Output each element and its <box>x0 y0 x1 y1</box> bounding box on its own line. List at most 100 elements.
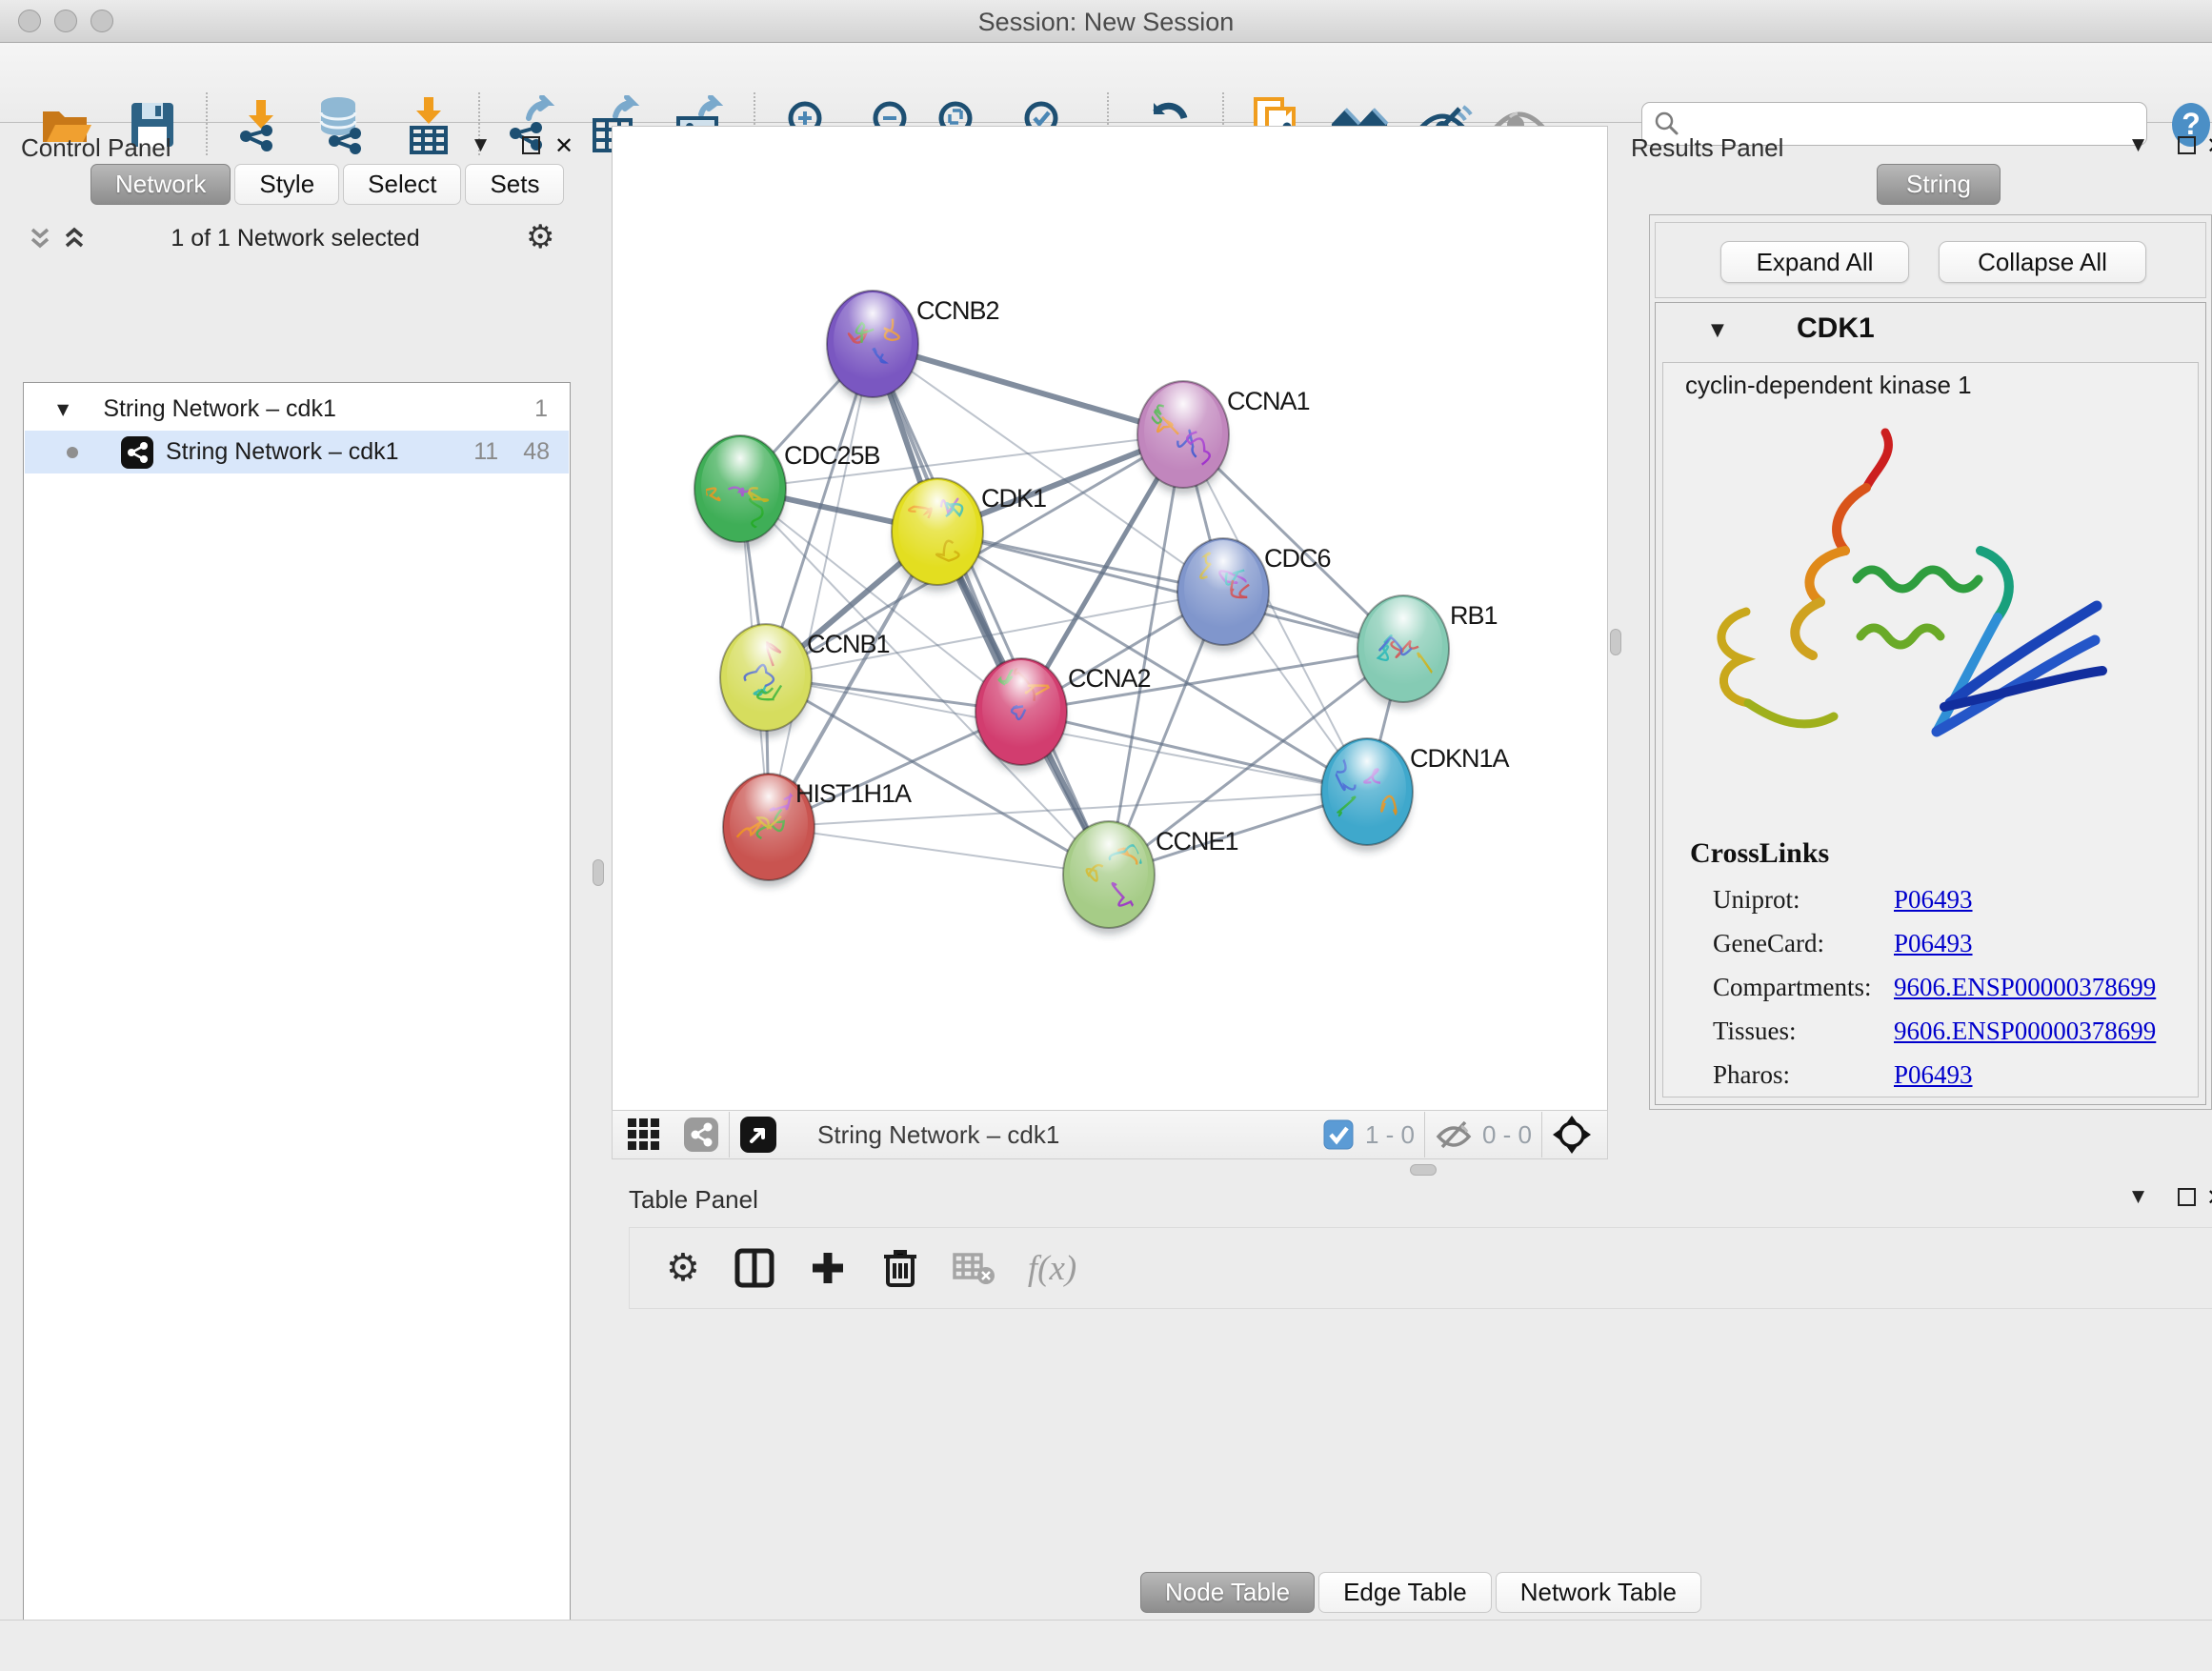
network-tree: ▼ String Network – cdk1 1 String Network… <box>23 382 571 1671</box>
collection-count: 1 <box>534 395 548 423</box>
node-gloss <box>1328 740 1406 836</box>
crosslink-link[interactable]: P06493 <box>1894 1060 1973 1090</box>
expand-all-button[interactable]: Expand All <box>1720 241 1909 283</box>
hidden-node-edge-counts: 0 - 0 <box>1482 1120 1532 1150</box>
bottom-splitter-handle[interactable] <box>1410 1164 1437 1176</box>
node-label-CDKN1A: CDKN1A <box>1410 744 1510 773</box>
gene-collapse-icon[interactable]: ▼ <box>1711 320 1724 340</box>
status-bar: ☁ Memory <box>0 1620 2212 1671</box>
titlebar: Session: New Session <box>0 0 2212 43</box>
node-label-CCNB1: CCNB1 <box>807 630 890 658</box>
network-options-gear-icon[interactable]: ⚙ <box>526 218 554 256</box>
control-panel-menu-icon[interactable]: ▼ <box>474 135 487 154</box>
app-window: Session: New Session <box>0 0 2212 1671</box>
results-panel-menu-icon[interactable]: ▼ <box>2132 135 2144 154</box>
node-CCNE1[interactable] <box>1063 821 1155 935</box>
network-collection-row[interactable]: ▼ String Network – cdk1 1 <box>25 388 569 431</box>
node-RB1[interactable] <box>1357 595 1449 709</box>
left-splitter-handle[interactable] <box>593 859 604 886</box>
node-label-CDK1: CDK1 <box>981 484 1046 513</box>
crosslink-row: GeneCard:P06493 <box>1713 921 2184 965</box>
tab-select[interactable]: Select <box>343 164 461 205</box>
toolbar-separator <box>1541 1112 1542 1158</box>
network-node-count: 11 <box>473 438 498 466</box>
crosslink-link[interactable]: P06493 <box>1894 885 1973 915</box>
table-tabs: Node TableEdge TableNetwork Table <box>1140 1572 1705 1613</box>
hidden-eye-slash-icon <box>1435 1118 1473 1151</box>
show-columns-icon[interactable] <box>734 1248 774 1288</box>
main-toolbar: ? <box>0 43 2212 123</box>
node-label-RB1: RB1 <box>1450 601 1498 630</box>
table-toolbar: ⚙ f(x) <box>629 1227 2212 1309</box>
node-CCNA2[interactable] <box>975 658 1067 772</box>
node-CDK1[interactable] <box>892 478 983 592</box>
tab-style[interactable]: Style <box>234 164 339 205</box>
control-panel-tabs: NetworkStyleSelectSets <box>90 164 568 205</box>
node-CDKN1A[interactable] <box>1321 738 1413 852</box>
node-gloss <box>982 660 1060 755</box>
node-gloss <box>1070 823 1148 918</box>
tab-network-table[interactable]: Network Table <box>1496 1572 1701 1613</box>
protein-structure-image <box>1687 415 2135 796</box>
selected-checkbox-icon[interactable] <box>1323 1119 1354 1150</box>
network-edge-count: 48 <box>523 438 550 466</box>
tab-edge-table[interactable]: Edge Table <box>1318 1572 1492 1613</box>
tab-sets[interactable]: Sets <box>465 164 564 205</box>
node-CDC25B[interactable] <box>694 435 786 549</box>
gene-details: cyclin-dependent kinase 1 CrossLinks Uni… <box>1662 362 2199 1097</box>
crosslink-link[interactable]: 9606.ENSP00000378699 <box>1894 1017 2156 1046</box>
edge-CCNB2-CCNA1[interactable] <box>873 344 1183 434</box>
edge-CCNA2-CDKN1A[interactable] <box>1021 712 1367 792</box>
crosslink-label: GeneCard: <box>1713 929 1894 958</box>
delete-column-trash-icon[interactable] <box>881 1247 919 1289</box>
open-view-icon[interactable] <box>739 1116 777 1154</box>
node-gloss <box>1364 597 1442 693</box>
results-panel-title: Results Panel <box>1631 133 1783 163</box>
network-canvas[interactable]: CCNB2CCNA1CDC25BCDK1CDC6RB1CCNB1CCNA2CDK… <box>612 126 1608 1111</box>
results-buttons-box: Expand All Collapse All <box>1655 222 2206 298</box>
crosslink-row: Tissues:9606.ENSP00000378699 <box>1713 1009 2184 1053</box>
network-row[interactable]: String Network – cdk1 11 48 <box>25 431 569 473</box>
add-column-icon[interactable] <box>809 1249 847 1287</box>
collapse-all-button[interactable]: Collapse All <box>1939 241 2146 283</box>
edge-HIST1H1A-CCNE1[interactable] <box>769 827 1109 875</box>
control-panel: Control Panel ▼ ✕ NetworkStyleSelectSets… <box>0 122 600 1620</box>
edge-CCNB2-HIST1H1A[interactable] <box>769 344 873 827</box>
tab-network[interactable]: Network <box>90 164 231 205</box>
table-panel-float-icon[interactable] <box>2178 1188 2196 1206</box>
crosslinks-rows: Uniprot:P06493GeneCard:P06493Compartment… <box>1713 877 2184 1097</box>
node-CCNA1[interactable] <box>1137 381 1229 494</box>
string-app-icon <box>120 435 154 470</box>
network-selection-status: 1 of 1 Network selected <box>0 225 591 252</box>
node-label-CCNA2: CCNA2 <box>1068 664 1151 693</box>
table-panel-menu-icon[interactable]: ▼ <box>2132 1187 2144 1206</box>
tab-string[interactable]: String <box>1877 164 2001 205</box>
node-CDC6[interactable] <box>1177 538 1269 652</box>
table-settings-gear-icon[interactable]: ⚙ <box>666 1246 700 1290</box>
crosslink-link[interactable]: 9606.ENSP00000378699 <box>1894 973 2156 1002</box>
network-status-dot-icon <box>67 447 78 458</box>
edge-CCNB1-CDKN1A[interactable] <box>766 677 1367 792</box>
delete-table-icon[interactable] <box>952 1249 995 1287</box>
network-graph[interactable]: CCNB2CCNA1CDC25BCDK1CDC6RB1CCNB1CCNA2CDK… <box>613 127 1607 1110</box>
fit-selected-crosshair-icon[interactable] <box>1552 1115 1592 1155</box>
collection-label: String Network – cdk1 <box>103 395 336 423</box>
node-CCNB2[interactable] <box>827 291 918 404</box>
node-CCNB1[interactable] <box>720 624 812 737</box>
results-panel-float-icon[interactable] <box>2178 136 2196 154</box>
function-builder-icon[interactable]: f(x) <box>1028 1248 1076 1289</box>
network-share-icon[interactable] <box>683 1117 719 1153</box>
control-panel-close-icon[interactable]: ✕ <box>554 136 573 155</box>
birdseye-grid-icon[interactable] <box>626 1117 662 1153</box>
results-panel-close-icon[interactable]: ✕ <box>2206 136 2212 155</box>
node-gloss <box>1144 383 1222 478</box>
control-panel-title: Control Panel <box>21 133 171 163</box>
crosslink-label: Pharos: <box>1713 1060 1894 1090</box>
network-view-toolbar: String Network – cdk1 1 - 0 0 - 0 <box>612 1110 1608 1159</box>
tab-node-table[interactable]: Node Table <box>1140 1572 1315 1613</box>
control-panel-float-icon[interactable] <box>522 136 540 154</box>
current-network-name: String Network – cdk1 <box>817 1120 1059 1150</box>
crosslink-link[interactable]: P06493 <box>1894 929 1973 958</box>
collection-expand-icon[interactable]: ▼ <box>57 400 69 418</box>
table-panel-close-icon[interactable]: ✕ <box>2206 1188 2212 1207</box>
